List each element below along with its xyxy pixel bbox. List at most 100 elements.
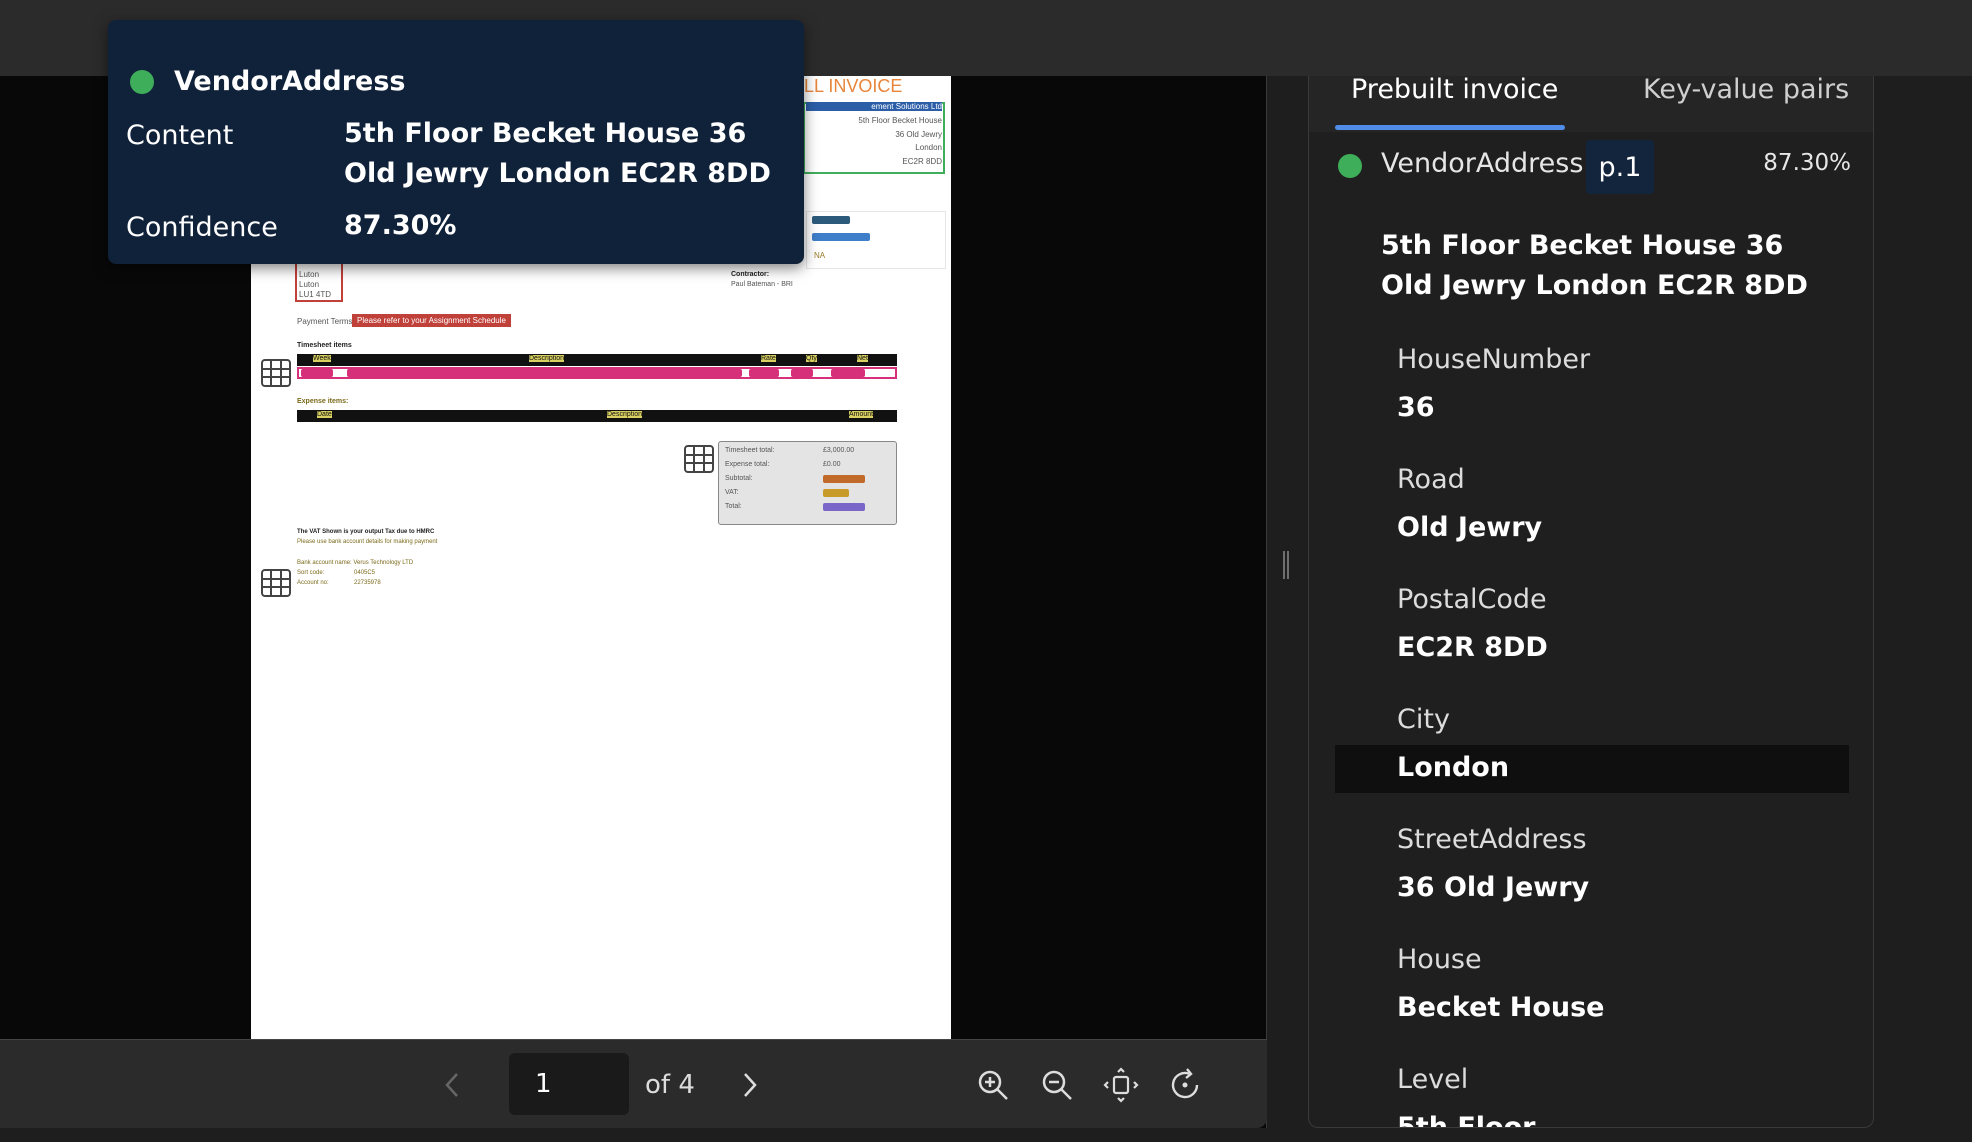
tooltip-status-dot xyxy=(130,70,154,94)
drag-handle-icon xyxy=(1283,551,1289,579)
field-value: 5th Floor Becket House 36 Old Jewry Lond… xyxy=(1381,230,1808,301)
tab-key-value-pairs[interactable]: Key-value pairs xyxy=(1643,76,1849,132)
contractor-label: Contractor: xyxy=(731,271,770,278)
account-no-value: 22735978 xyxy=(354,580,381,586)
subfield-label-house: House xyxy=(1397,944,1482,975)
next-page-button[interactable] xyxy=(730,1040,770,1129)
tooltip-content-value: 5th Floor Becket House 36 Old Jewry Lond… xyxy=(344,118,771,189)
expense-title: Expense items: xyxy=(297,398,349,405)
subfield-value-postal-code[interactable]: EC2R 8DD xyxy=(1397,632,1548,663)
total-label: Total: xyxy=(725,503,742,510)
contractor-name: Paul Bateman - BRI xyxy=(731,281,793,288)
table-icon[interactable] xyxy=(261,569,291,597)
bank-account-name: Bank account name: Verus Technology LTD xyxy=(297,560,414,566)
field-row-vendor-address[interactable]: VendorAddress p.1 87.30% xyxy=(1309,138,1873,194)
field-name: VendorAddress xyxy=(1381,148,1584,179)
field-confidence: 87.30% xyxy=(1763,150,1851,176)
fit-page-button[interactable] xyxy=(1098,1062,1144,1108)
chevron-right-icon xyxy=(744,1072,757,1097)
vendor-line-4: London xyxy=(915,143,942,152)
tab-prebuilt-invoice[interactable]: Prebuilt invoice xyxy=(1351,76,1558,132)
timesheet-row-week[interactable] xyxy=(301,369,333,377)
expense-total-value: £0.00 xyxy=(823,461,841,468)
subfield-value-street-address[interactable]: 36 Old Jewry xyxy=(1397,872,1589,903)
subfield-value-house[interactable]: Becket House xyxy=(1397,992,1605,1023)
subfield-value-city[interactable]: London xyxy=(1397,752,1509,783)
vendor-line-1: ement Solutions Ltd xyxy=(806,102,942,111)
subtotal-chip[interactable] xyxy=(823,475,865,483)
subfield-label-street-address: StreetAddress xyxy=(1397,824,1587,855)
vendor-line-5: EC2R 8DD xyxy=(902,157,942,166)
tooltip-confidence-label: Confidence xyxy=(126,212,278,243)
payment-terms-label: Payment Terms xyxy=(297,317,353,326)
tooltip-title: VendorAddress xyxy=(174,66,406,97)
viewer-toolbar: of 4 xyxy=(0,1039,1267,1128)
subtotal-label: Subtotal: xyxy=(725,475,753,482)
subfield-value-level[interactable]: 5th Floor xyxy=(1397,1112,1535,1127)
invoice-heading: LL INVOICE xyxy=(804,76,903,96)
zoom-out-button[interactable] xyxy=(1034,1062,1080,1108)
panel-resize-handle[interactable] xyxy=(1278,548,1294,582)
customer-line-2: Luton xyxy=(299,270,320,279)
expense-header-bar xyxy=(297,410,897,422)
timesheet-total-label: Timesheet total: xyxy=(725,447,775,454)
customer-line-4: LU1 4TD xyxy=(299,290,332,299)
zoom-out-icon xyxy=(1042,1070,1072,1100)
chevron-left-icon xyxy=(445,1072,458,1097)
table-icon[interactable] xyxy=(261,359,291,387)
timesheet-header-week: Week xyxy=(313,355,331,362)
zoom-in-button[interactable] xyxy=(970,1062,1016,1108)
timesheet-row-description[interactable] xyxy=(347,369,742,377)
invoice-number-chip[interactable] xyxy=(812,233,870,241)
na-text: NA xyxy=(814,251,826,260)
subfield-label-level: Level xyxy=(1397,1064,1469,1095)
expense-total-label: Expense total: xyxy=(725,461,770,468)
table-icon[interactable] xyxy=(684,445,714,473)
rotate-icon xyxy=(1171,1068,1199,1099)
payment-terms-value[interactable]: Please refer to your Assignment Schedule xyxy=(352,314,511,327)
invoice-date-chip[interactable] xyxy=(812,216,850,224)
fit-page-icon xyxy=(1103,1067,1139,1103)
subfield-value-house-number[interactable]: 36 xyxy=(1397,392,1435,423)
timesheet-header-rate: Rate xyxy=(761,355,776,362)
results-tabs: Prebuilt invoice Key-value pairs xyxy=(1309,76,1873,132)
expense-header-date: Date xyxy=(317,411,332,418)
timesheet-total-value: £3,000.00 xyxy=(823,447,855,454)
timesheet-row-rate[interactable] xyxy=(749,369,779,377)
page-badge[interactable]: p.1 xyxy=(1586,140,1654,194)
vendor-line-2: 5th Floor Becket House xyxy=(858,116,942,125)
expense-header-amount: Amount xyxy=(849,411,874,418)
zoom-in-icon xyxy=(978,1070,1008,1100)
timesheet-header-description: Description xyxy=(529,355,565,362)
timesheet-row-qty[interactable] xyxy=(791,369,813,377)
rotate-button[interactable] xyxy=(1162,1062,1208,1108)
previous-page-button[interactable] xyxy=(432,1040,472,1129)
vendor-line-3: 36 Old Jewry xyxy=(895,130,942,139)
customer-line-3: Luton xyxy=(299,280,320,289)
sort-code-label: Sort code: xyxy=(297,570,325,576)
timesheet-row-net[interactable] xyxy=(831,369,865,377)
subfield-value-road[interactable]: Old Jewry xyxy=(1397,512,1542,543)
vat-chip[interactable] xyxy=(823,489,849,497)
page-number-input[interactable] xyxy=(509,1053,629,1115)
field-tooltip: VendorAddress Content 5th Floor Becket H… xyxy=(108,20,804,264)
tooltip-confidence-value: 87.30% xyxy=(344,210,457,241)
total-chip[interactable] xyxy=(823,503,865,511)
results-panel: Prebuilt invoice Key-value pairs VendorA… xyxy=(1308,76,1874,1128)
account-no-label: Account no: xyxy=(297,580,329,586)
subfield-label-postal-code: PostalCode xyxy=(1397,584,1547,615)
field-status-dot xyxy=(1338,154,1362,178)
sort-code-value: 0405C5 xyxy=(354,570,376,576)
bank-note: Please use bank account details for maki… xyxy=(297,539,438,545)
timesheet-header-qty: Qty xyxy=(806,355,817,362)
subfield-label-house-number: HouseNumber xyxy=(1397,344,1591,375)
active-tab-indicator xyxy=(1335,125,1565,130)
page-count-label: of 4 xyxy=(645,1069,695,1100)
vat-note: The VAT Shown is your output Tax due to … xyxy=(297,529,435,535)
timesheet-title: Timesheet items xyxy=(297,342,352,349)
vat-label: VAT: xyxy=(725,489,739,496)
subfield-label-road: Road xyxy=(1397,464,1465,495)
expense-header-description: Description xyxy=(607,411,643,418)
timesheet-header-net: Net xyxy=(857,355,868,362)
subfield-label-city: City xyxy=(1397,704,1450,735)
